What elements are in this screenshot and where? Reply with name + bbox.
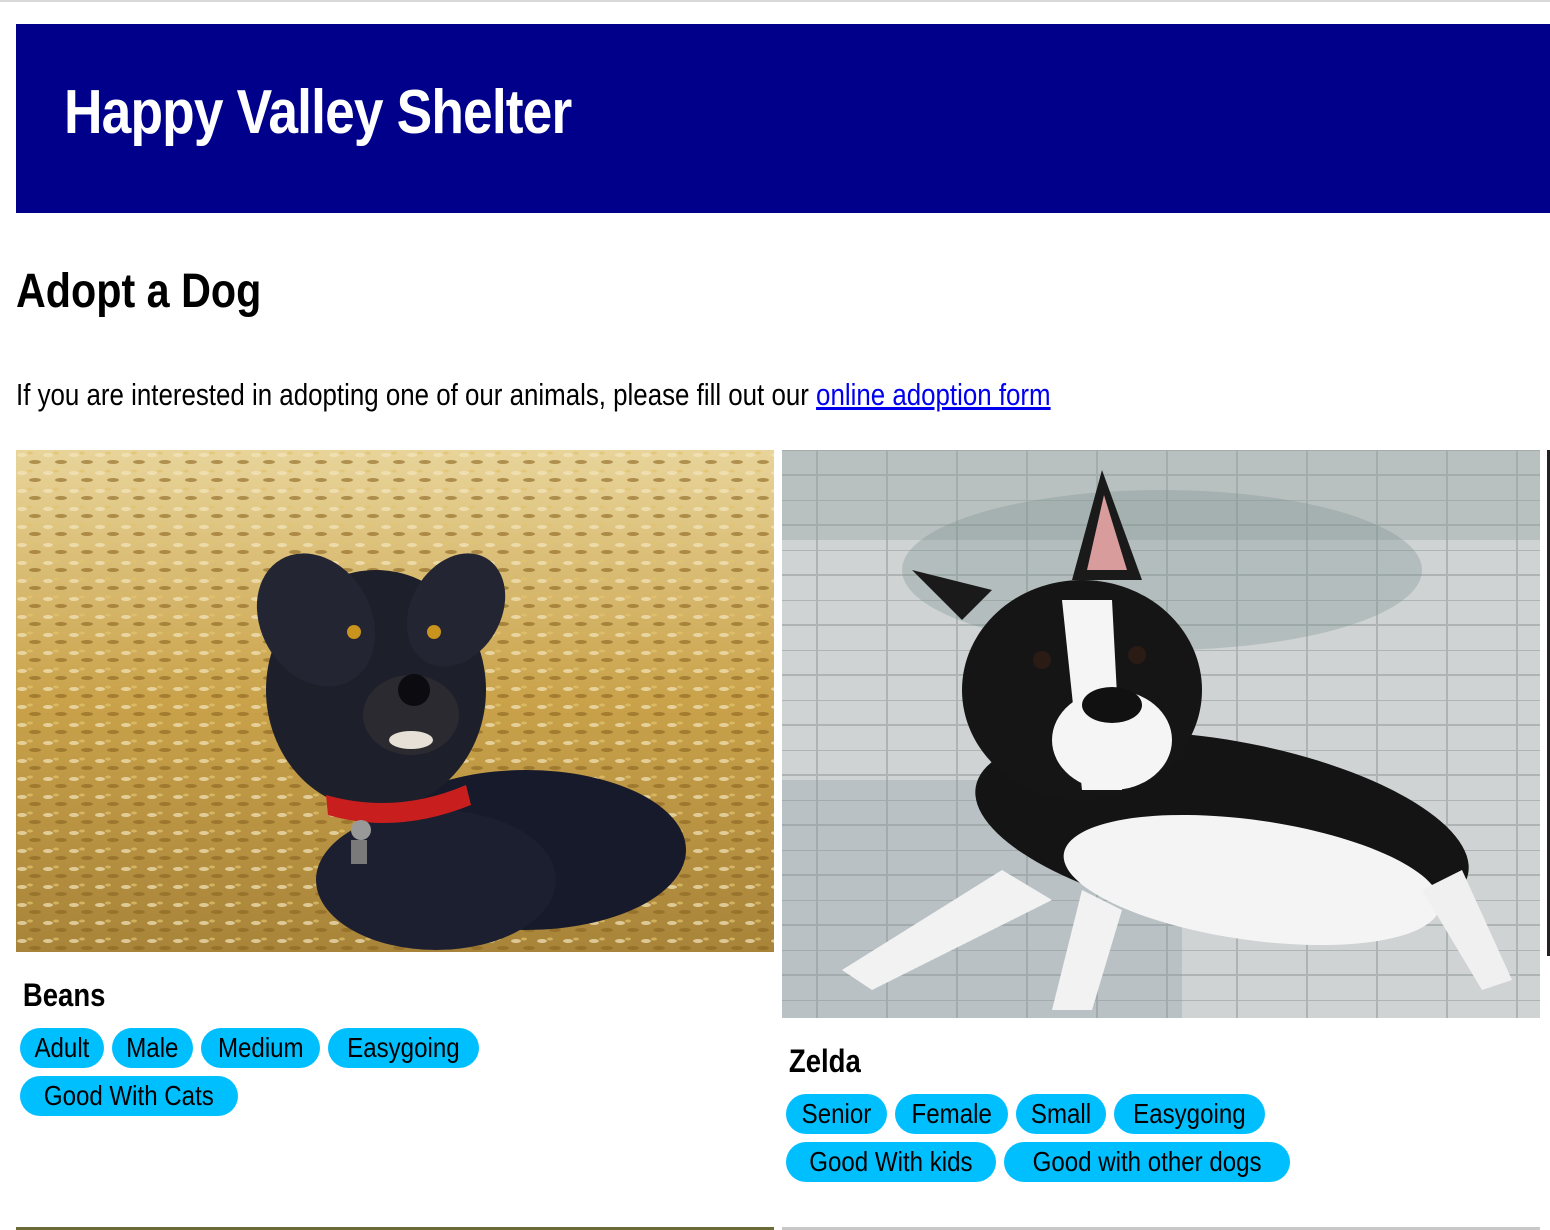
intro-text: If you are interested in adopting one of…	[16, 377, 817, 412]
tag-sex: Female	[894, 1094, 1009, 1134]
tag-label: Female	[911, 1098, 992, 1129]
tag-label: Easygoing	[347, 1032, 460, 1063]
adoption-form-link[interactable]: online adoption form	[816, 377, 1051, 412]
tag-label: Male	[126, 1032, 179, 1063]
pet-tags: Adult Male Medium Easygoing Good With Ca…	[16, 1028, 640, 1116]
tag-label: Easygoing	[1133, 1098, 1246, 1129]
pet-photo[interactable]	[782, 450, 1540, 1018]
intro-paragraph: If you are interested in adopting one of…	[16, 376, 1051, 413]
pet-name: Zelda	[788, 1043, 861, 1079]
tag-label: Small	[1031, 1098, 1092, 1129]
tag-label: Senior	[801, 1098, 872, 1129]
tag-label: Good With kids	[809, 1146, 973, 1177]
pet-name: Beans	[22, 977, 106, 1013]
pet-tags: Senior Female Small Easygoing Good With …	[782, 1094, 1406, 1182]
boston-terrier-photo	[782, 450, 1540, 1018]
tag-age: Adult	[20, 1028, 104, 1068]
black-scruffy-dog-photo	[16, 450, 774, 952]
site-title: Happy Valley Shelter	[64, 78, 572, 147]
tag-age: Senior	[786, 1094, 887, 1134]
site-header: Happy Valley Shelter	[16, 24, 1550, 213]
tag-label: Adult	[34, 1032, 90, 1063]
tag-size: Small	[1016, 1094, 1107, 1134]
tag-size: Medium	[200, 1028, 321, 1068]
tag-label: Medium	[217, 1032, 304, 1063]
tag-compatibility: Good With Cats	[20, 1076, 238, 1116]
tag-temperament: Easygoing	[328, 1028, 479, 1068]
tag-sex: Male	[111, 1028, 193, 1068]
tag-compatibility: Good with other dogs	[1003, 1142, 1291, 1182]
pet-photo[interactable]	[16, 450, 774, 952]
top-divider	[0, 0, 1550, 2]
tag-compatibility: Good With kids	[786, 1142, 996, 1182]
page-title: Adopt a Dog	[16, 265, 262, 318]
tag-label: Good with other dogs	[1032, 1146, 1262, 1177]
tag-temperament: Easygoing	[1114, 1094, 1266, 1134]
tag-label: Good With Cats	[43, 1080, 214, 1111]
pet-card-beans[interactable]: Beans Adult Male Medium Easygoing Good W…	[16, 450, 774, 1116]
pet-card-zelda[interactable]: Zelda Senior Female Small Easygoing Good…	[782, 450, 1540, 1182]
